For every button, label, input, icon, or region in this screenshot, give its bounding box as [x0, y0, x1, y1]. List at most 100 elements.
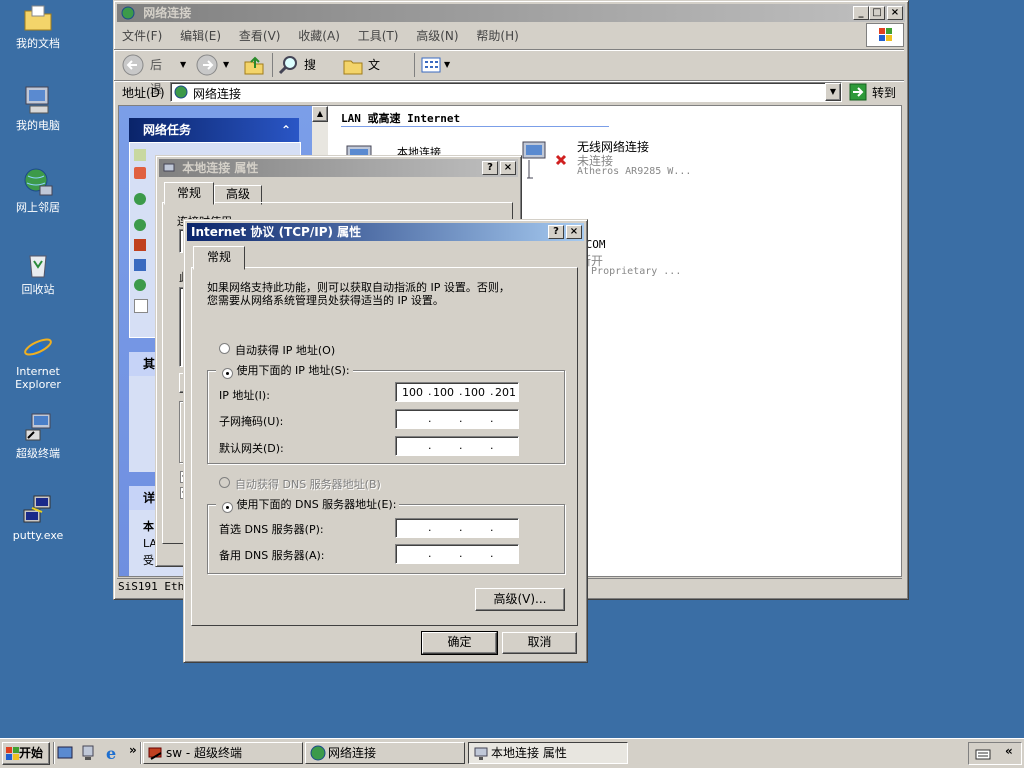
details-title: 详	[143, 491, 156, 505]
tab-general[interactable]: 常规	[193, 246, 245, 270]
maximize-button[interactable]: □	[869, 6, 885, 20]
manual-dns-label[interactable]: 使用下面的 DNS 服务器地址(E):	[237, 498, 397, 511]
preferred-dns-label: 首选 DNS 服务器(P):	[219, 523, 324, 536]
help-button[interactable]: ?	[548, 225, 564, 239]
taskbar-separator	[140, 742, 142, 764]
tab-general[interactable]: 常规	[164, 182, 214, 205]
ip-dot: .	[428, 412, 432, 425]
desktop-icon-label: 超级终端	[16, 447, 60, 460]
properties-icon[interactable]	[134, 299, 148, 313]
windows-logo-icon	[866, 23, 904, 47]
alternate-dns-input[interactable]: . . .	[395, 544, 519, 564]
ip-dot: .	[459, 521, 463, 534]
tray-expand-chevron[interactable]: «	[1005, 744, 1013, 758]
task-network-connections[interactable]: 网络连接	[305, 742, 465, 764]
views-dropdown-icon[interactable]: ▼	[444, 53, 450, 77]
desktop-icon-hyperterminal[interactable]: 超级终端	[6, 412, 70, 460]
desktop-icon-label: putty.exe	[12, 529, 64, 542]
help-button[interactable]: ?	[482, 161, 498, 175]
search-icon[interactable]	[278, 54, 300, 76]
desktop-icon-my-documents[interactable]: 我的文档	[6, 2, 70, 50]
network-quicklaunch-icon[interactable]	[80, 745, 96, 761]
auto-ip-radio[interactable]	[219, 343, 230, 354]
show-desktop-icon[interactable]	[57, 745, 73, 761]
network-tasks-title: 网络任务	[143, 123, 192, 137]
globe-icon[interactable]	[134, 279, 146, 291]
menu-advanced[interactable]: 高级(N)	[416, 29, 458, 43]
menu-favorites[interactable]: 收藏(A)	[298, 29, 340, 43]
folders-icon[interactable]	[342, 54, 364, 76]
forward-arrow-icon[interactable]	[196, 54, 218, 76]
task-local-connection-properties[interactable]: 本地连接 属性	[468, 742, 628, 764]
manual-dns-radio[interactable]	[222, 501, 233, 513]
minimize-button[interactable]: _	[853, 6, 869, 20]
globe-icon[interactable]	[134, 193, 146, 205]
quicklaunch-chevron[interactable]: »	[129, 743, 137, 757]
cancel-button[interactable]: 取消	[502, 632, 577, 654]
home-network-icon[interactable]	[134, 167, 146, 179]
globe-icon[interactable]	[134, 219, 146, 231]
back-arrow-icon[interactable]	[122, 54, 144, 76]
connection-wireless[interactable]: 无线网络连接 未连接 Atheros AR9285 W...	[521, 136, 721, 186]
hyperterminal-icon	[148, 745, 164, 761]
internet-explorer-icon: e	[22, 330, 54, 364]
start-button[interactable]: 开始	[2, 742, 50, 765]
tcpip-titlebar[interactable]: Internet 协议 (TCP/IP) 属性 ? ×	[187, 223, 584, 241]
menu-tools[interactable]: 工具(T)	[358, 29, 399, 43]
connection-dialup[interactable]: ICOM 断开 2 Proprietary ...	[579, 236, 729, 282]
close-button[interactable]: ×	[887, 6, 903, 20]
hyperterminal-icon	[22, 412, 54, 444]
desktop-icon-recycle-bin[interactable]: 回收站	[6, 248, 70, 296]
keyboard-icon[interactable]	[975, 746, 991, 762]
ok-button[interactable]: 确定	[421, 631, 498, 655]
task-hyperterminal[interactable]: sw - 超级终端	[143, 742, 303, 764]
ip-octet: 201	[495, 386, 516, 399]
address-dropdown-button[interactable]: ▼	[825, 83, 841, 101]
manual-ip-label[interactable]: 使用下面的 IP 地址(S):	[237, 364, 350, 377]
forward-dropdown-icon[interactable]: ▼	[223, 53, 229, 77]
preferred-dns-input[interactable]: . . .	[395, 518, 519, 538]
auto-ip-label[interactable]: 自动获得 IP 地址(O)	[235, 342, 335, 358]
scroll-up-button[interactable]: ▲	[312, 106, 328, 122]
network-adapter-icon	[163, 161, 175, 173]
ip-dot: .	[459, 439, 463, 452]
menu-edit[interactable]: 编辑(E)	[180, 29, 221, 43]
collapse-chevron-icon[interactable]: ⌃	[281, 118, 291, 142]
go-arrow-icon[interactable]	[849, 83, 867, 101]
default-gateway-input[interactable]: . . .	[395, 436, 519, 456]
local-props-titlebar[interactable]: 本地连接 属性 ? ×	[159, 159, 518, 177]
close-button[interactable]: ×	[500, 161, 516, 175]
ip-dot: .	[459, 412, 463, 425]
manual-ip-radio[interactable]	[222, 367, 233, 379]
menu-help[interactable]: 帮助(H)	[476, 29, 518, 43]
desktop-icon-internet-explorer[interactable]: e Internet Explorer	[6, 330, 70, 391]
back-dropdown-icon[interactable]: ▼	[180, 53, 186, 77]
close-button[interactable]: ×	[566, 225, 582, 239]
address-input[interactable]: 网络连接 ▼	[170, 82, 842, 102]
auto-dns-label[interactable]: 自动获得 DNS 服务器地址(B)	[235, 476, 381, 492]
desktop-icon-network-places[interactable]: 网上邻居	[6, 166, 70, 214]
network-tasks-header[interactable]: 网络任务 ⌃	[129, 118, 299, 142]
internet-explorer-icon[interactable]: e	[103, 744, 121, 763]
taskbar: 开始 e » sw - 超级终端 网络连接 本地连接 属性 «	[0, 738, 1024, 768]
rename-icon[interactable]	[134, 259, 146, 271]
desktop-icon-label: 网上邻居	[16, 201, 60, 214]
subnet-mask-input[interactable]: . . .	[395, 409, 519, 429]
repair-icon[interactable]	[134, 239, 146, 251]
menu-view[interactable]: 查看(V)	[239, 29, 281, 43]
auto-dns-radio[interactable]	[219, 477, 230, 488]
ip-octet: 100	[433, 386, 454, 399]
desktop-icon-my-computer[interactable]: 我的电脑	[6, 84, 70, 132]
network-window-titlebar[interactable]: 网络连接 _ □ ×	[117, 4, 905, 22]
ip-dot: .	[428, 547, 432, 560]
ip-address-input[interactable]: 100 . 100 . 100 . 201	[395, 382, 519, 402]
ip-octet: 100	[402, 386, 423, 399]
ip-dot: .	[490, 439, 494, 452]
go-label[interactable]: 转到	[872, 84, 896, 101]
desktop-icon-putty[interactable]: putty.exe	[6, 494, 70, 542]
menu-file[interactable]: 文件(F)	[122, 29, 162, 43]
advanced-button[interactable]: 高级(V)...	[475, 588, 565, 611]
views-icon[interactable]	[420, 54, 442, 76]
create-connection-icon[interactable]	[134, 149, 146, 161]
up-folder-icon[interactable]	[243, 54, 265, 76]
